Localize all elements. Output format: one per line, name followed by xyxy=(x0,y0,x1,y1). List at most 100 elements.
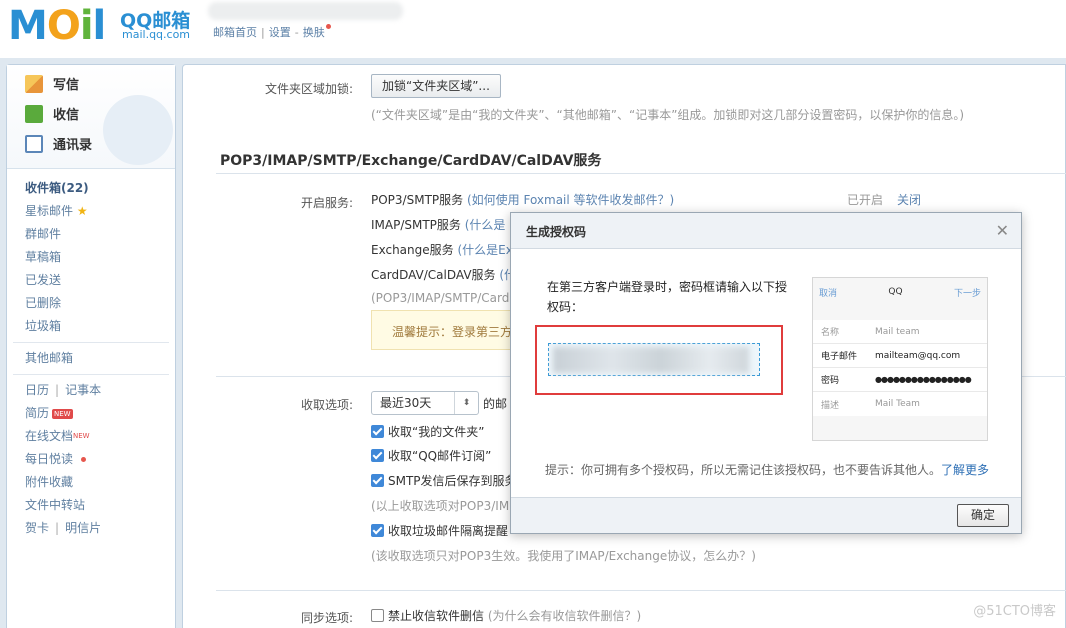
logo[interactable]: MOil xyxy=(8,4,106,48)
app-file-transfer[interactable]: 文件中转站 xyxy=(7,494,175,517)
app-cards[interactable]: 贺卡 xyxy=(25,521,49,535)
app-daily-read[interactable]: 每日悦读 xyxy=(7,448,175,471)
select-stepper-icon: ⬍ xyxy=(454,392,478,414)
phone-cancel: 取消 xyxy=(819,288,838,299)
service-carddav: CardDAV/CalDAV服务 (什 xyxy=(371,266,516,283)
sidebar-actions: 写信 收信 通讯录 xyxy=(7,65,175,169)
phone-key: 密码 xyxy=(821,376,840,386)
status-enabled: 已开启 xyxy=(847,193,884,207)
receive-label: 收信 xyxy=(53,108,80,123)
pen-icon xyxy=(25,74,43,93)
folder-list: 收件箱(22) 星标邮件 ★ 群邮件 草稿箱 已发送 已删除 垃圾箱 其他邮箱 … xyxy=(7,169,175,540)
divider xyxy=(216,590,1066,591)
folder-drafts[interactable]: 草稿箱 xyxy=(7,246,175,269)
service-exchange: Exchange服务 (什么是Ex xyxy=(371,241,513,258)
checkbox-checked-icon[interactable] xyxy=(371,425,384,438)
section-title: POP3/IMAP/SMTP/Exchange/CardDAV/CalDAV服务 xyxy=(220,153,602,169)
folder-sent[interactable]: 已发送 xyxy=(7,269,175,292)
folder-starred[interactable]: 星标邮件 ★ xyxy=(7,200,175,223)
phone-key: 描述 xyxy=(821,400,840,411)
app-daily-label: 每日悦读 xyxy=(25,452,74,466)
service-imap-help-link[interactable]: (什么是 xyxy=(465,218,506,232)
phone-row-email: 电子邮件 mailteam@qq.com xyxy=(813,344,987,368)
app-notes[interactable]: 记事本 xyxy=(65,383,101,397)
option-prevent-delete[interactable]: 禁止收信软件删信 (为什么会有收信软件删信？) xyxy=(371,607,641,624)
folder-inbox[interactable]: 收件箱(22) xyxy=(7,177,175,200)
app-attachments[interactable]: 附件收藏 xyxy=(7,471,175,494)
dialog-instruction: 在第三方客户端登录时，密码框请输入以下授权码： xyxy=(547,280,788,314)
dialog-title: 生成授权码 xyxy=(526,225,587,239)
dialog-footer: 确定 xyxy=(511,497,1021,533)
phone-key: 电子邮件 xyxy=(821,352,858,362)
link-home[interactable]: 邮箱首页 xyxy=(213,26,257,39)
service-imap-name: IMAP/SMTP服务 xyxy=(371,218,461,232)
app-postcard[interactable]: 明信片 xyxy=(65,521,101,535)
auth-code-dialog: 生成授权码 ✕ 在第三方客户端登录时，密码框请输入以下授权码： 取消 QQ 下一… xyxy=(510,212,1022,534)
link-settings[interactable]: 设置 xyxy=(269,26,291,39)
disable-link[interactable]: 关闭 xyxy=(897,193,921,207)
warm-tip: 温馨提示：登录第三方 xyxy=(371,310,511,350)
checkbox-unchecked-icon[interactable] xyxy=(371,609,384,622)
divider xyxy=(216,173,1066,174)
divider xyxy=(13,342,169,343)
enable-service-label: 开启服务: xyxy=(300,196,353,210)
folder-starred-label: 星标邮件 xyxy=(25,204,74,218)
link-skin[interactable]: 换肤 xyxy=(303,26,325,39)
phone-row-name: 名称 Mail team xyxy=(813,320,987,344)
app-resume[interactable]: 简历 NEW xyxy=(7,402,175,425)
service-pop3: POP3/SMTP服务 (如何使用 Foxmail 等软件收发邮件？) xyxy=(371,191,674,208)
folder-lock-button[interactable]: 加锁“文件夹区域”... xyxy=(371,74,501,98)
option-label: 禁止收信软件删信 xyxy=(388,609,485,623)
option-smtp-save[interactable]: SMTP发信后保存到服务 xyxy=(371,472,517,489)
auth-code-blurred xyxy=(553,347,749,373)
unread-dot-icon xyxy=(80,457,86,462)
folder-other-mailboxes[interactable]: 其他邮箱 xyxy=(7,347,175,370)
app-row-calendar: 日历 | 记事本 xyxy=(25,383,102,397)
receive-suffix: 的邮 xyxy=(483,397,508,411)
app-calendar[interactable]: 日历 xyxy=(25,383,49,397)
notification-dot-icon xyxy=(325,24,331,29)
phone-value: ●●●●●●●●●●●●●●●● xyxy=(875,375,972,384)
contacts-button[interactable]: 通讯录 xyxy=(25,134,92,153)
phone-form: 名称 Mail team 电子邮件 mailteam@qq.com 密码 ●●●●●●… xyxy=(813,320,987,416)
service-note: (POP3/IMAP/SMTP/Card xyxy=(371,291,510,305)
dialog-tip: 提示：你可拥有多个授权码，所以无需记住该授权码，也不要告诉其他人。了解更多 xyxy=(545,461,989,478)
service-exchange-help-link[interactable]: (什么是Ex xyxy=(457,243,512,257)
folder-group[interactable]: 群邮件 xyxy=(7,223,175,246)
folder-lock-label: 文件夹区域加锁: xyxy=(264,82,353,96)
learn-more-link[interactable]: 了解更多 xyxy=(941,463,989,477)
pop3-status: 已开启 关闭 xyxy=(847,191,921,208)
option-label: 收取“我的文件夹” xyxy=(388,425,485,439)
receive-range-value: 最近30天 xyxy=(380,396,432,410)
auth-code-field[interactable] xyxy=(548,343,760,376)
service-carddav-name: CardDAV/CalDAV服务 xyxy=(371,268,496,282)
service-exchange-name: Exchange服务 xyxy=(371,243,454,257)
auth-code-highlight xyxy=(535,325,783,395)
option-junk-reminder[interactable]: 收取垃圾邮件隔离提醒 xyxy=(371,522,508,539)
option-qq-subscription[interactable]: 收取“QQ邮件订阅” xyxy=(371,447,491,464)
folder-trash[interactable]: 垃圾箱 xyxy=(7,315,175,338)
dialog-tip-text: 提示：你可拥有多个授权码，所以无需记住该授权码，也不要告诉其他人。 xyxy=(545,463,942,477)
watermark: @51CTO博客 xyxy=(973,604,1056,619)
sidebar: 写信 收信 通讯录 收件箱(22) 星标邮件 ★ 群邮件 草稿箱 已发送 已删除… xyxy=(6,64,176,628)
app-docs[interactable]: 在线文档NEW xyxy=(7,425,175,448)
receive-button[interactable]: 收信 xyxy=(25,104,79,123)
service-imap: IMAP/SMTP服务 (什么是 xyxy=(371,216,505,233)
option-label: SMTP发信后保存到服务 xyxy=(388,474,517,488)
checkbox-checked-icon[interactable] xyxy=(371,474,384,487)
phone-value: Mail team xyxy=(875,326,920,337)
folder-deleted[interactable]: 已删除 xyxy=(7,292,175,315)
phone-title: QQ xyxy=(888,287,903,297)
option-my-folders[interactable]: 收取“我的文件夹” xyxy=(371,423,484,440)
close-icon[interactable]: ✕ xyxy=(996,221,1009,240)
checkbox-checked-icon[interactable] xyxy=(371,524,384,537)
ok-button[interactable]: 确定 xyxy=(957,504,1009,527)
checkbox-checked-icon[interactable] xyxy=(371,449,384,462)
receive-range-select[interactable]: 最近30天 ⬍ xyxy=(371,391,479,415)
service-pop3-help-link[interactable]: (如何使用 Foxmail 等软件收发邮件？) xyxy=(467,193,674,207)
phone-row-desc: 描述 Mail Team xyxy=(813,392,987,416)
receive-options-label: 收取选项: xyxy=(300,398,353,412)
compose-button[interactable]: 写信 xyxy=(25,74,79,93)
header: MOil QQ邮箱 mail.qq.com 邮箱首页 | 设置 - 换肤 xyxy=(0,0,1066,58)
sync-help-link[interactable]: (为什么会有收信软件删信？) xyxy=(488,607,641,624)
